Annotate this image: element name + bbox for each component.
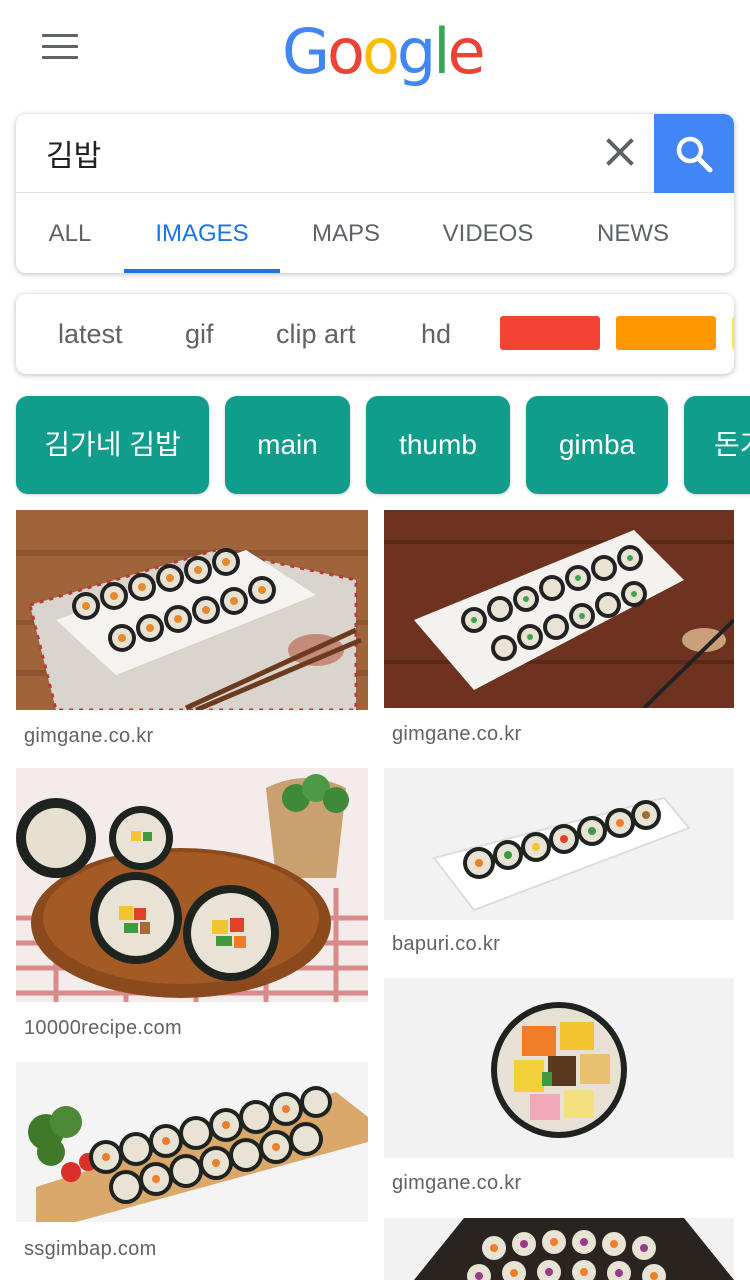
chip-label: main bbox=[257, 429, 318, 460]
chip-label: 김가네 김밥 bbox=[44, 429, 181, 460]
filter-gif[interactable]: gif bbox=[185, 294, 214, 374]
result-source: bapuri.co.kr bbox=[392, 933, 501, 955]
menu-icon[interactable] bbox=[40, 34, 80, 60]
google-logo[interactable]: Google bbox=[282, 12, 486, 92]
logo-letter: g bbox=[396, 15, 436, 88]
result-source: gimgane.co.kr bbox=[392, 1172, 522, 1194]
related-chip[interactable]: 돈가 bbox=[684, 396, 750, 494]
filter-latest[interactable]: latest bbox=[58, 294, 123, 374]
result-source: 10000recipe.com bbox=[24, 1017, 182, 1039]
clear-icon[interactable] bbox=[600, 132, 640, 172]
tab-all[interactable]: ALL bbox=[28, 194, 112, 273]
result-source: gimgane.co.kr bbox=[392, 723, 522, 745]
image-result[interactable] bbox=[384, 1218, 734, 1280]
related-chip[interactable]: thumb bbox=[366, 396, 510, 494]
image-result[interactable]: bapuri.co.kr bbox=[384, 768, 734, 962]
chip-label: 돈가 bbox=[714, 429, 750, 460]
result-thumbnail bbox=[16, 768, 368, 1002]
related-chip[interactable]: gimba bbox=[526, 396, 668, 494]
search-card: ALL IMAGES MAPS VIDEOS NEWS bbox=[16, 114, 734, 273]
chip-label: gimba bbox=[558, 429, 636, 460]
image-result[interactable]: 10000recipe.com bbox=[16, 768, 368, 1044]
search-button[interactable] bbox=[654, 114, 734, 193]
color-filter-orange[interactable] bbox=[616, 316, 716, 350]
related-chip[interactable]: main bbox=[225, 396, 350, 494]
search-icon bbox=[676, 136, 713, 173]
image-result[interactable]: ssgimbap.com bbox=[16, 1062, 368, 1262]
tab-videos[interactable]: VIDEOS bbox=[428, 194, 548, 273]
menu-bar bbox=[42, 45, 78, 48]
result-thumbnail bbox=[384, 768, 734, 920]
result-thumbnail bbox=[384, 978, 734, 1158]
filter-hd[interactable]: hd bbox=[421, 294, 451, 374]
logo-letter: e bbox=[447, 15, 486, 88]
search-input[interactable] bbox=[46, 130, 546, 176]
search-tabs: ALL IMAGES MAPS VIDEOS NEWS bbox=[16, 194, 734, 273]
result-thumbnail bbox=[384, 510, 734, 708]
tab-images[interactable]: IMAGES bbox=[124, 194, 280, 273]
search-row bbox=[16, 114, 734, 193]
result-thumbnail bbox=[16, 1062, 368, 1222]
menu-bar bbox=[42, 56, 78, 59]
filter-bar: latest gif clip art hd bbox=[16, 294, 734, 374]
menu-bar bbox=[42, 34, 78, 37]
logo-letter: o bbox=[361, 15, 400, 88]
logo-letter: o bbox=[327, 15, 365, 88]
result-source: ssgimbap.com bbox=[24, 1238, 157, 1260]
active-tab-indicator bbox=[124, 269, 280, 273]
color-filter-yellow[interactable] bbox=[732, 316, 734, 350]
result-source: gimgane.co.kr bbox=[24, 725, 154, 747]
tab-maps[interactable]: MAPS bbox=[296, 194, 396, 273]
result-thumbnail bbox=[16, 510, 368, 710]
image-result[interactable]: gimgane.co.kr bbox=[16, 510, 368, 750]
result-thumbnail bbox=[384, 1218, 734, 1280]
color-filter-red[interactable] bbox=[500, 316, 600, 350]
chip-label: thumb bbox=[399, 429, 477, 460]
tab-news[interactable]: NEWS bbox=[580, 194, 686, 273]
filter-clip-art[interactable]: clip art bbox=[276, 294, 356, 374]
image-result[interactable]: gimgane.co.kr bbox=[384, 978, 734, 1200]
related-chip[interactable]: 김가네 김밥 bbox=[16, 396, 209, 494]
logo-letter: G bbox=[282, 15, 330, 88]
image-result[interactable]: gimgane.co.kr bbox=[384, 510, 734, 750]
logo-letter: l bbox=[433, 15, 450, 88]
